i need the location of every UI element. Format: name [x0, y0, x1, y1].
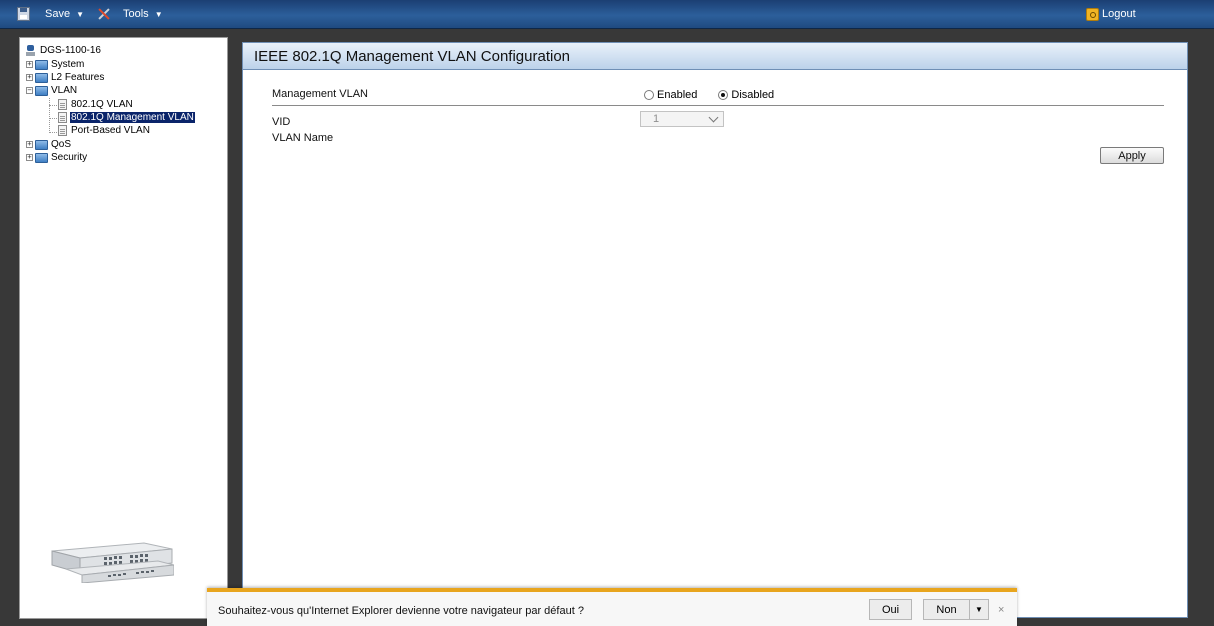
tree-connector: [49, 98, 50, 133]
tools-icon: [97, 7, 111, 21]
switch-device-icon: [26, 44, 35, 57]
vid-select[interactable]: 1: [640, 111, 724, 127]
tree-item-qos[interactable]: + QoS: [26, 138, 72, 151]
disabled-radio[interactable]: [718, 90, 729, 100]
tree-connector: [49, 132, 57, 133]
expand-plus-icon[interactable]: +: [26, 61, 33, 68]
top-toolbar: Save ▼ Tools ▼ Logout: [0, 0, 1214, 29]
content-panel: IEEE 802.1Q Management VLAN Configuratio…: [242, 42, 1188, 618]
enabled-radio[interactable]: [644, 90, 654, 100]
expand-plus-icon[interactable]: +: [26, 141, 33, 148]
save-menu[interactable]: Save ▼: [17, 5, 84, 23]
folder-icon: [35, 139, 48, 150]
tree-item-l2-features[interactable]: + L2 Features: [26, 71, 105, 84]
folder-icon: [35, 59, 48, 70]
divider: [272, 105, 1164, 106]
chevron-down-icon: ▼: [154, 9, 163, 19]
close-icon[interactable]: ×: [998, 604, 1004, 616]
logout-link[interactable]: Logout: [1086, 5, 1136, 23]
open-folder-icon: [35, 85, 48, 96]
tree-item-vlan[interactable]: − VLAN: [26, 84, 78, 97]
tree-item-8021q-management-vlan[interactable]: 802.1Q Management VLAN: [58, 111, 195, 124]
notification-message: Souhaitez-vous qu'Internet Explorer devi…: [218, 605, 584, 617]
tree-item-security[interactable]: + Security: [26, 151, 88, 164]
vlan-name-label: VLAN Name: [272, 132, 334, 144]
save-menu-label: Save: [45, 8, 71, 20]
vid-select-value: 1: [653, 113, 660, 125]
tree-item-8021q-vlan[interactable]: 802.1Q VLAN: [58, 98, 134, 111]
tree-item-label: L2 Features: [51, 72, 105, 83]
page-title: IEEE 802.1Q Management VLAN Configuratio…: [243, 43, 1187, 70]
management-vlan-radio-group: Enabled Disabled: [644, 89, 774, 101]
document-icon: [58, 125, 67, 136]
oui-button[interactable]: Oui: [869, 599, 912, 620]
folder-icon: [35, 72, 48, 83]
non-dropdown-button[interactable]: ▼: [970, 599, 989, 620]
tree-item-label: 802.1Q VLAN: [71, 99, 133, 110]
tools-menu[interactable]: Tools ▼: [97, 5, 163, 23]
tree-item-label: DGS-1100-16: [40, 45, 101, 56]
tools-menu-label: Tools: [123, 8, 149, 20]
management-vlan-label: Management VLAN: [272, 88, 368, 100]
tree-item-label: System: [51, 59, 85, 70]
document-icon: [58, 112, 67, 123]
tree-connector: [49, 118, 57, 119]
tree-item-label: Security: [51, 152, 88, 163]
switch-device-image: [51, 542, 174, 583]
tree-item-root[interactable]: DGS-1100-16: [26, 44, 102, 57]
tree-connector: [49, 105, 57, 106]
tree-item-port-based-vlan[interactable]: Port-Based VLAN: [58, 124, 151, 137]
non-button[interactable]: Non: [923, 599, 970, 620]
tree-item-label: 802.1Q Management VLAN: [70, 112, 195, 123]
ie-default-browser-notification: Souhaitez-vous qu'Internet Explorer devi…: [207, 588, 1017, 626]
document-icon: [58, 99, 67, 110]
collapse-minus-icon[interactable]: −: [26, 87, 33, 94]
tree-item-label: QoS: [51, 139, 72, 150]
logout-label: Logout: [1102, 8, 1136, 20]
navigation-tree: DGS-1100-16 + System + L2 Features − VLA…: [19, 37, 228, 619]
floppy-disk-icon: [17, 7, 30, 21]
tree-item-system[interactable]: + System: [26, 58, 85, 71]
vid-label: VID: [272, 116, 291, 128]
disabled-radio-label[interactable]: Disabled: [731, 89, 774, 101]
expand-plus-icon[interactable]: +: [26, 74, 33, 81]
chevron-down-icon: ▼: [76, 9, 84, 19]
key-icon: [1086, 7, 1099, 21]
tree-item-label: VLAN: [51, 85, 78, 96]
folder-icon: [35, 152, 48, 163]
enabled-radio-label[interactable]: Enabled: [657, 89, 697, 101]
apply-button[interactable]: Apply: [1100, 147, 1164, 164]
expand-plus-icon[interactable]: +: [26, 154, 33, 161]
tree-item-label: Port-Based VLAN: [71, 125, 150, 136]
chevron-down-icon: [708, 112, 719, 123]
